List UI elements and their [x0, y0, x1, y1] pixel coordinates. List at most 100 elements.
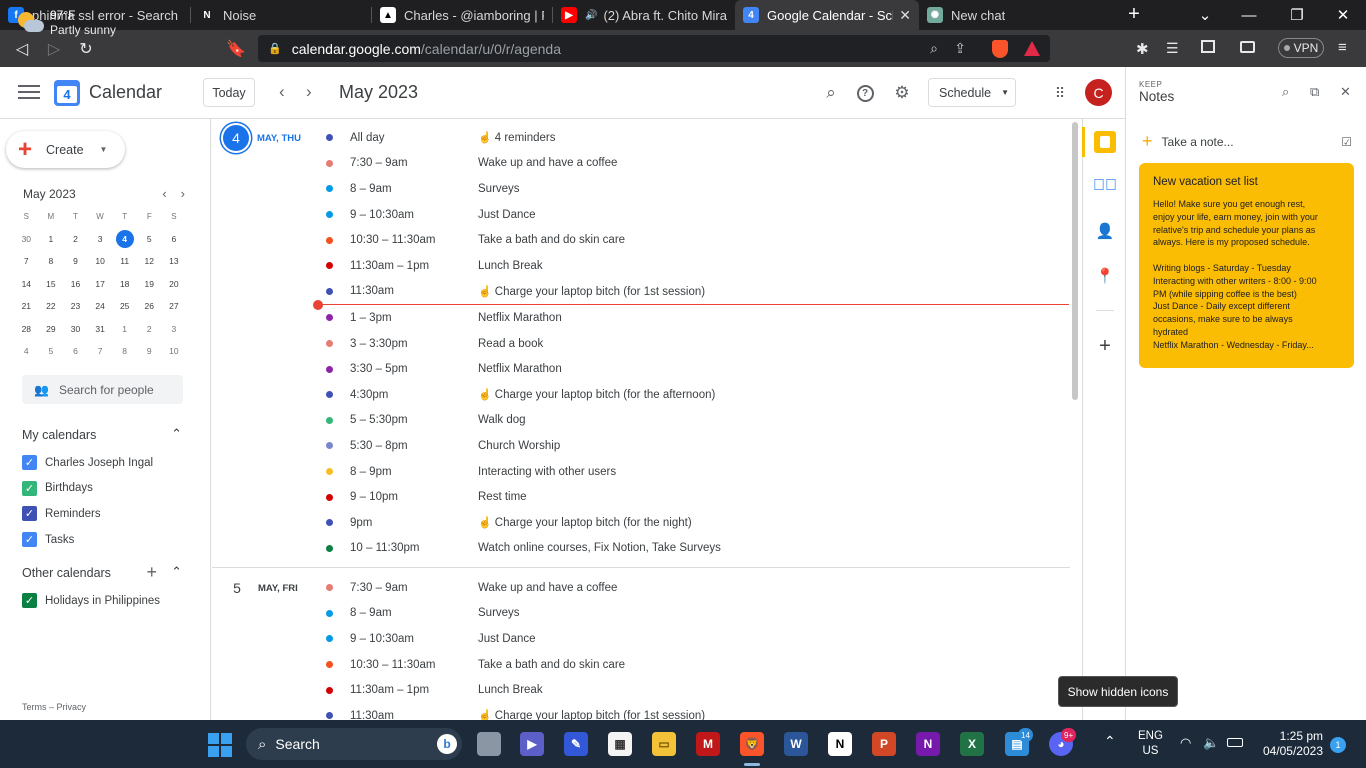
terms-privacy-link[interactable]: Terms – Privacy [22, 702, 86, 712]
add-calendar-plus-icon[interactable]: + [146, 562, 157, 583]
calendar-item[interactable]: ✓ Birthdays [22, 480, 93, 496]
excel-icon[interactable]: X [960, 732, 984, 756]
main-menu-icon[interactable] [18, 81, 40, 103]
my-calendars-header[interactable]: My calendars ⌃ [22, 426, 182, 442]
browser-tab[interactable]: N Noise [191, 0, 371, 30]
calendar-item[interactable]: ✓ Charles Joseph Ingal [22, 455, 153, 470]
event-row[interactable]: 9 – 10:30am Just Dance [326, 202, 1066, 228]
tasks-icon[interactable]: ✓⃝ [1093, 176, 1117, 196]
calendar-item[interactable]: ✓ Tasks [22, 532, 74, 548]
mini-day[interactable]: 8 [112, 346, 137, 356]
event-row[interactable]: All day ☝ 4 reminders [326, 125, 1066, 151]
mini-day[interactable]: 24 [88, 301, 113, 311]
calendar-item[interactable]: ✓ Reminders [22, 506, 101, 522]
event-row[interactable]: 8 – 9pm Interacting with other users [326, 459, 1066, 485]
event-row[interactable]: 4:30pm ☝ Charge your laptop bitch (for th… [326, 382, 1066, 408]
minimize-button[interactable]: — [1226, 0, 1272, 30]
event-row[interactable]: 3:30 – 5pm Netflix Marathon [326, 356, 1066, 382]
event-row[interactable]: 10 – 11:30pm Watch online courses, Fix No… [326, 536, 1066, 562]
browser-tab[interactable]: ▲ Charles - @iamboring | Pea [372, 0, 552, 30]
close-tab-icon[interactable]: ✕ [893, 7, 911, 24]
get-addons-plus-icon[interactable]: + [1095, 335, 1115, 357]
mini-day[interactable]: 3 [88, 234, 113, 244]
notion-icon[interactable]: N [828, 732, 852, 756]
share-icon[interactable]: ⇪ [954, 40, 966, 57]
event-row[interactable]: 10:30 – 11:30am Take a bath and do skin c… [326, 652, 1066, 678]
volume-icon[interactable]: 🔈 [1203, 735, 1219, 751]
event-row[interactable]: 7:30 – 9am Wake up and have a coffee [326, 151, 1066, 177]
contacts-icon[interactable]: 👤 [1095, 221, 1115, 241]
mini-day[interactable]: 7 [88, 346, 113, 356]
mini-day[interactable]: 6 [63, 346, 88, 356]
mini-day[interactable]: 13 [162, 256, 187, 266]
browser-tab[interactable]: 4 Google Calendar - Sche ✕ [735, 0, 919, 30]
mcafee-icon[interactable]: M [696, 732, 720, 756]
new-list-checkbox-icon[interactable]: ☑ [1341, 135, 1352, 149]
mini-day[interactable]: 1 [39, 234, 64, 244]
whiteboard-icon[interactable]: ✎ [564, 732, 588, 756]
mini-day[interactable]: 27 [162, 301, 187, 311]
event-row[interactable]: 11:30am ☝ Charge your laptop bitch (for 1… [326, 279, 1066, 305]
mini-day[interactable]: 15 [39, 279, 64, 289]
browser-tab[interactable]: ▶ 🔊 (2) Abra ft. Chito Miranc [553, 0, 735, 30]
meet-video-icon[interactable]: ▶ [520, 732, 544, 756]
close-window-button[interactable]: ✕ [1320, 0, 1366, 30]
search-icon[interactable]: ⌕ [820, 82, 842, 104]
file-explorer-icon[interactable]: ▭ [652, 732, 676, 756]
mini-day[interactable]: 11 [112, 256, 137, 266]
event-row[interactable]: 11:30am ☝ Charge your laptop bitch (for 1… [326, 703, 1066, 720]
show-hidden-icons-chevron-icon[interactable]: ⌃ [1104, 733, 1116, 750]
mini-day[interactable]: 12 [137, 256, 162, 266]
tab-audio-icon[interactable]: 🔊 [585, 10, 597, 21]
new-tab-button[interactable]: + [1124, 3, 1144, 26]
mini-day[interactable]: 1 [112, 324, 137, 334]
mini-day[interactable]: 25 [112, 301, 137, 311]
mini-day[interactable]: 9 [137, 346, 162, 356]
mini-day[interactable]: 9 [63, 256, 88, 266]
notification-count-badge[interactable]: 1 [1330, 737, 1346, 753]
other-calendars-header[interactable]: Other calendars + ⌃ [22, 562, 182, 582]
brave-rewards-icon[interactable] [1024, 41, 1040, 56]
event-row[interactable]: 5:30 – 8pm Church Worship [326, 433, 1066, 459]
day-label[interactable]: 5 MAY, FRI [212, 575, 298, 601]
onenote-icon[interactable]: N [916, 732, 940, 756]
bookmark-icon[interactable]: 🔖 [220, 33, 252, 65]
event-row[interactable]: 8 – 9am Surveys [326, 601, 1066, 627]
calendar-item[interactable]: ✓ Holidays in Philippines [22, 593, 160, 608]
mini-day[interactable]: 4 [112, 229, 137, 248]
calendar-checkbox[interactable]: ✓ [22, 506, 37, 522]
mini-day[interactable]: 28 [14, 324, 39, 334]
mini-day[interactable]: 14 [14, 279, 39, 289]
mini-day[interactable]: 20 [162, 279, 187, 289]
maps-icon[interactable]: 📍 [1095, 266, 1115, 286]
mini-day[interactable]: 30 [14, 234, 39, 244]
event-row[interactable]: 9pm ☝ Charge your laptop bitch (for the n… [326, 510, 1066, 536]
event-row[interactable]: 7:30 – 9am Wake up and have a coffee [326, 575, 1066, 601]
day-number[interactable]: 4 [223, 125, 249, 151]
word-icon[interactable]: W [784, 732, 808, 756]
mini-day[interactable]: 18 [112, 279, 137, 289]
settings-gear-icon[interactable]: ⚙ [891, 82, 913, 104]
previous-period-chevron-icon[interactable]: ‹ [279, 82, 285, 102]
mini-day[interactable]: 2 [63, 234, 88, 244]
wallet-icon[interactable] [1240, 41, 1255, 53]
event-row[interactable]: 9 – 10pm Rest time [326, 484, 1066, 510]
event-row[interactable]: 1 – 3pm Netflix Marathon [326, 305, 1066, 331]
take-a-note-input[interactable]: + Take a note... ☑ [1142, 131, 1352, 152]
mini-day[interactable]: 10 [162, 346, 187, 356]
event-row[interactable]: 11:30am – 1pm Lunch Break [326, 677, 1066, 703]
mini-day[interactable]: 22 [39, 301, 64, 311]
account-avatar[interactable]: C [1085, 79, 1112, 106]
battery-icon[interactable] [1227, 738, 1243, 747]
taskbar-search-box[interactable]: ⌕ Search b [246, 728, 462, 760]
extensions-icon[interactable]: ✱ [1136, 40, 1149, 58]
system-clock[interactable]: 1:25 pm 04/05/2023 [1258, 729, 1323, 759]
calendar-checkbox[interactable]: ✓ [22, 455, 37, 470]
event-row[interactable]: 5 – 5:30pm Walk dog [326, 408, 1066, 434]
mini-day[interactable]: 23 [63, 301, 88, 311]
today-button[interactable]: Today [203, 78, 255, 107]
mini-day[interactable]: 29 [39, 324, 64, 334]
day-label[interactable]: 4 MAY, THU [212, 125, 301, 151]
brave-browser-icon[interactable]: 🦁 [740, 732, 764, 756]
mini-day[interactable]: 3 [162, 324, 187, 334]
